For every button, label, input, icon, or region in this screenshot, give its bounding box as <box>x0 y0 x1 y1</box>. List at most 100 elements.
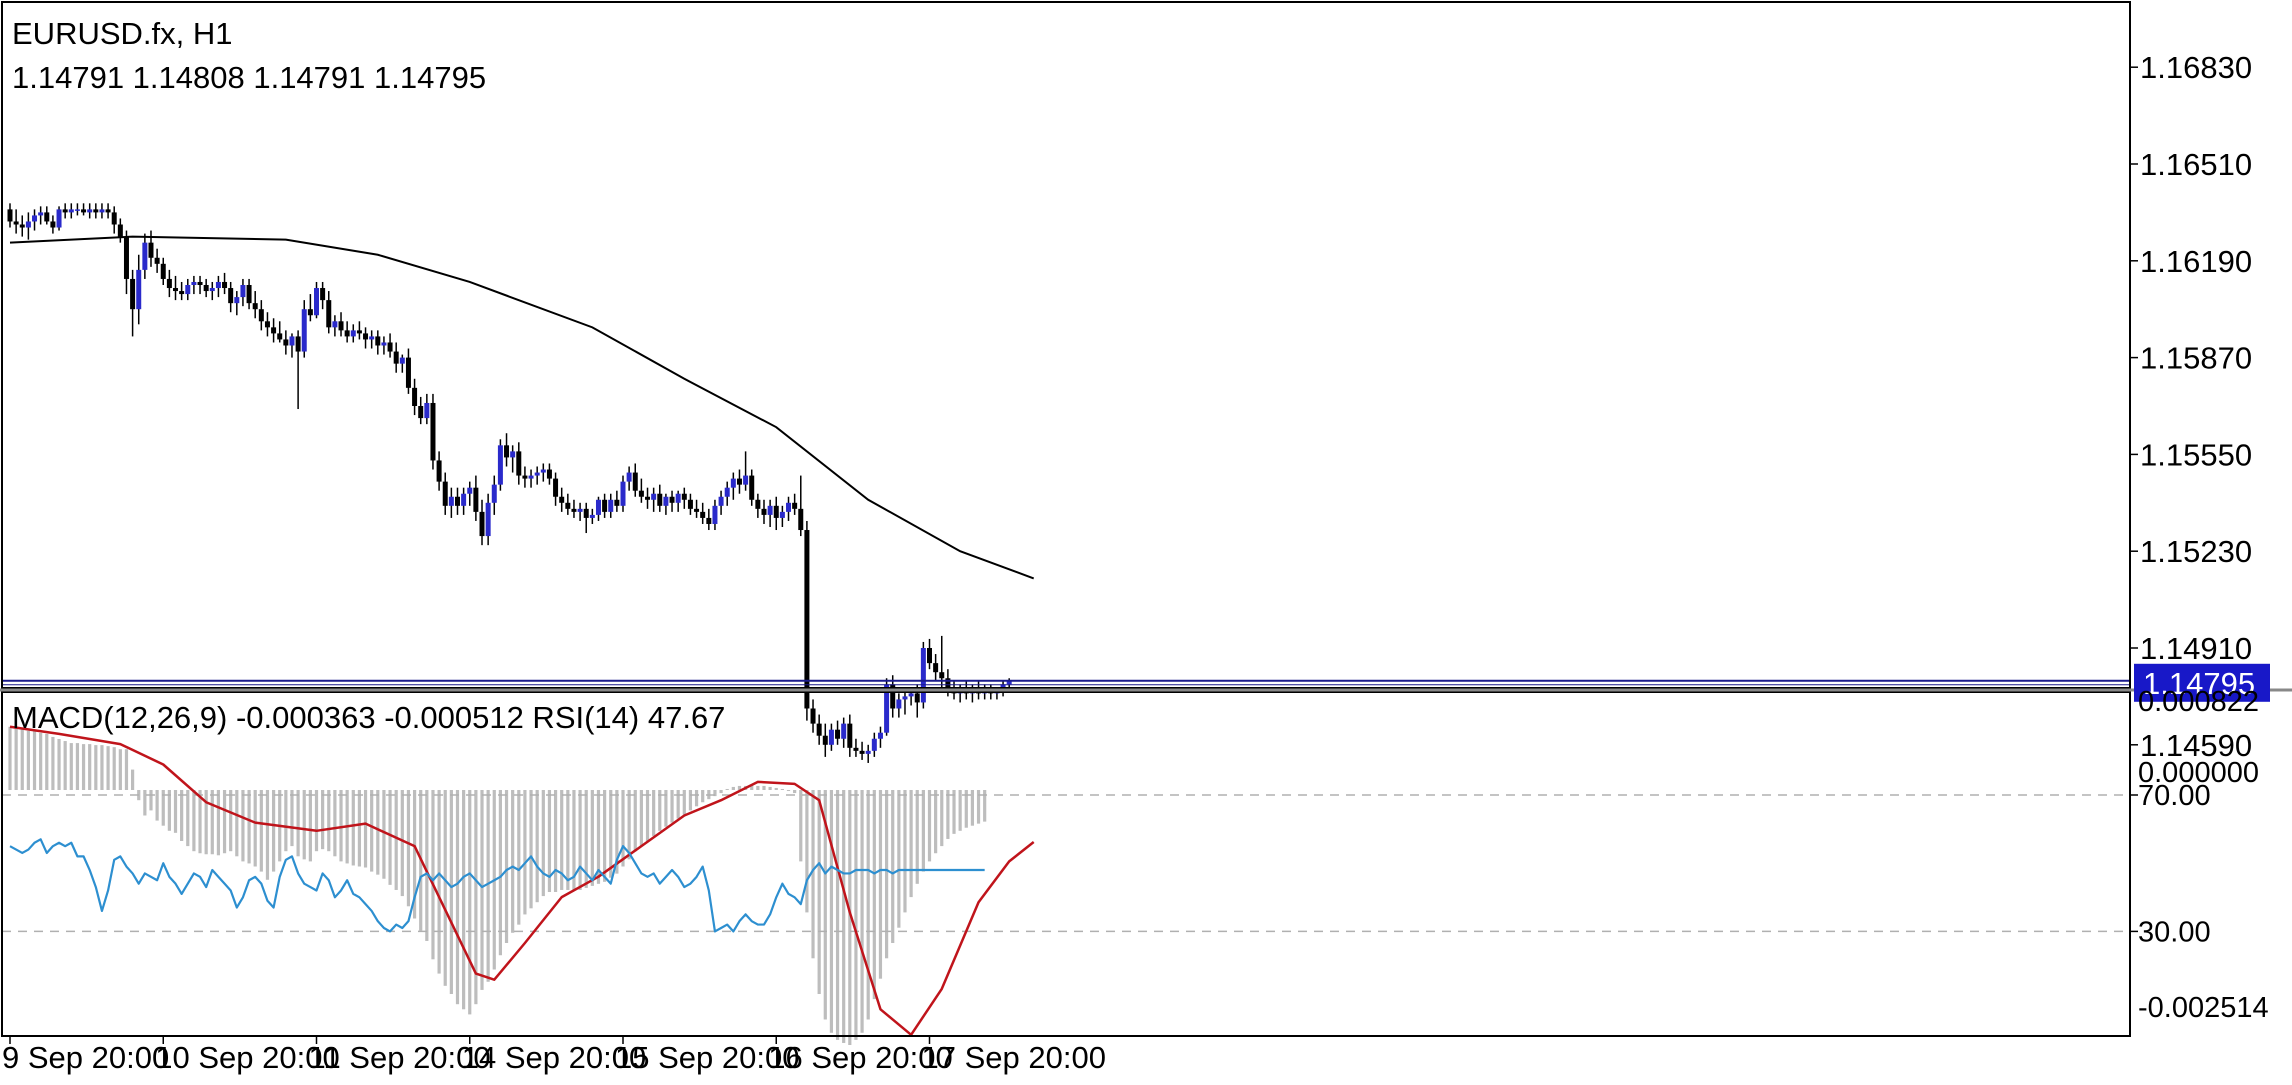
macd-histogram-bar <box>20 728 24 790</box>
price-panel[interactable] <box>2 203 2130 763</box>
macd-histogram-bar <box>541 790 545 897</box>
candle-bear <box>173 288 179 292</box>
candle-bear <box>363 333 369 340</box>
macd-histogram-bar <box>909 790 913 898</box>
candle-bull <box>314 288 319 316</box>
macd-histogram-bar <box>768 786 772 790</box>
candle-bull <box>896 699 902 709</box>
price-tick-label: 1.15870 <box>2140 341 2252 376</box>
candle-bull <box>651 493 657 500</box>
candle-bull <box>485 502 491 537</box>
candle-bull <box>865 750 871 754</box>
macd-histogram-bar <box>486 790 490 982</box>
macd-histogram-bar <box>333 790 337 857</box>
candle-bull <box>491 484 497 503</box>
macd-histogram-bar <box>688 790 693 811</box>
candle-bear <box>761 508 767 515</box>
candle-bull <box>350 330 356 337</box>
macd-histogram-bar <box>891 790 895 943</box>
candle-bear <box>479 511 485 537</box>
candle-bull <box>577 508 583 512</box>
moving-average-line <box>9 235 1035 580</box>
candle-bull <box>786 502 792 512</box>
rsi-tick-label: 70.00 <box>2138 780 2211 812</box>
macd-histogram-bar <box>529 790 533 909</box>
candle-bear <box>44 212 50 222</box>
price-tick-label: 1.15230 <box>2140 534 2252 569</box>
candle-bear <box>927 648 932 664</box>
candle-bear <box>614 499 620 506</box>
macd-histogram-bar <box>682 790 686 815</box>
candle-bull <box>908 693 914 697</box>
candle-bear <box>454 496 460 506</box>
candle-bear <box>694 508 700 512</box>
chart-window[interactable]: 1.14795 1.16830 1.16510 1.16190 1.15870 1.155… <box>0 0 2292 1080</box>
macd-histogram-bar <box>590 790 594 886</box>
macd-histogram-bar <box>94 745 98 790</box>
candle-bull <box>779 511 785 518</box>
macd-histogram-bar <box>118 749 122 790</box>
candle-bull <box>56 209 62 228</box>
macd-histogram-bar <box>192 790 196 852</box>
macd-histogram-bar <box>731 786 735 790</box>
macd-histogram-bar <box>216 790 221 856</box>
candle-bull <box>191 281 197 285</box>
macd-histogram-bar <box>363 790 368 868</box>
candle-bull <box>185 285 191 295</box>
macd-histogram-bar <box>241 790 245 862</box>
macd-histogram-bar <box>51 736 55 790</box>
macd-histogram-bar <box>376 790 380 875</box>
macd-histogram-bar <box>480 790 484 990</box>
candle-bear <box>62 209 68 213</box>
macd-histogram-bar <box>817 790 821 994</box>
candle-bull <box>461 493 467 506</box>
candle-bear <box>258 309 264 322</box>
candle-bear <box>442 481 448 506</box>
macd-histogram-bar <box>149 790 153 811</box>
macd-histogram-bar <box>443 790 447 986</box>
macd-histogram-bar <box>468 790 472 1015</box>
candle-bull <box>301 309 307 352</box>
macd-histogram-bar <box>388 790 392 885</box>
macd-histogram-bar <box>786 790 791 792</box>
macd-histogram-bar <box>462 790 466 1010</box>
indicator-panel[interactable] <box>2 725 2130 1045</box>
macd-histogram-bar <box>327 790 331 852</box>
candle-bear <box>326 300 332 328</box>
candle-bear <box>706 517 712 524</box>
candle-bear <box>687 499 693 509</box>
candle-bear <box>749 475 755 500</box>
candle-bear <box>504 445 510 458</box>
macd-histogram-bar <box>143 790 147 816</box>
candle-bear <box>583 508 589 518</box>
macd-histogram-bar <box>934 790 938 854</box>
candle-bear <box>632 472 638 491</box>
macd-histogram-bar <box>756 785 760 790</box>
macd-histogram-bar <box>394 790 398 890</box>
rsi-tick-label: 30.00 <box>2138 916 2211 948</box>
chart-canvas[interactable]: 1.147951.168301.165101.161901.158701.155… <box>0 0 2292 1080</box>
macd-histogram-bar <box>180 790 184 841</box>
macd-histogram-bar <box>811 790 815 959</box>
candle-bear <box>657 493 663 506</box>
candle-bear <box>387 342 393 352</box>
candle-bear <box>271 327 277 334</box>
macd-histogram-bar <box>75 743 80 790</box>
price-tick-label: 1.16510 <box>2140 147 2252 182</box>
macd-histogram-bar <box>131 769 135 790</box>
macd-histogram-bar <box>603 790 607 882</box>
macd-histogram-bar <box>186 790 190 847</box>
candle-bear <box>835 729 841 739</box>
macd-histogram-bar <box>670 790 674 823</box>
macd-histogram-bar <box>621 790 625 867</box>
candle-bear <box>418 406 424 419</box>
macd-tick-label: -0.002514 <box>2138 992 2269 1024</box>
macd-histogram-bar <box>173 790 178 833</box>
candle-bear <box>393 351 399 364</box>
macd-histogram-bar <box>339 790 343 862</box>
candle-bear <box>700 511 706 518</box>
macd-histogram-bar <box>406 790 411 907</box>
price-tick-label: 1.15550 <box>2140 437 2252 472</box>
candle-bull <box>136 269 142 310</box>
macd-histogram-bar <box>658 790 662 831</box>
